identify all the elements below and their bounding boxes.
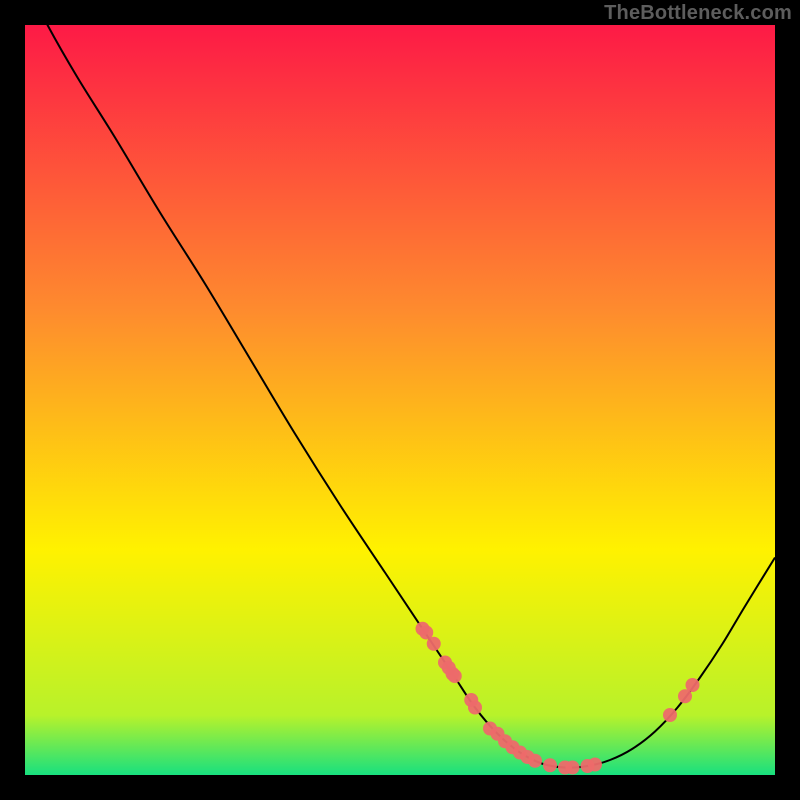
marker-dot (588, 758, 602, 772)
watermark-text: TheBottleneck.com (604, 2, 792, 25)
marker-dot (663, 708, 677, 722)
marker-dot (528, 754, 542, 768)
marker-dot (448, 669, 462, 683)
chart-stage: TheBottleneck.com (0, 0, 800, 800)
marker-dot (686, 678, 700, 692)
plot-frame (25, 25, 775, 775)
marker-dot (566, 761, 580, 775)
marker-dot (543, 758, 557, 772)
chart-svg (25, 25, 775, 775)
plot-area (25, 25, 775, 775)
gradient-background (25, 25, 775, 775)
marker-dot (427, 637, 441, 651)
marker-dot (468, 701, 482, 715)
